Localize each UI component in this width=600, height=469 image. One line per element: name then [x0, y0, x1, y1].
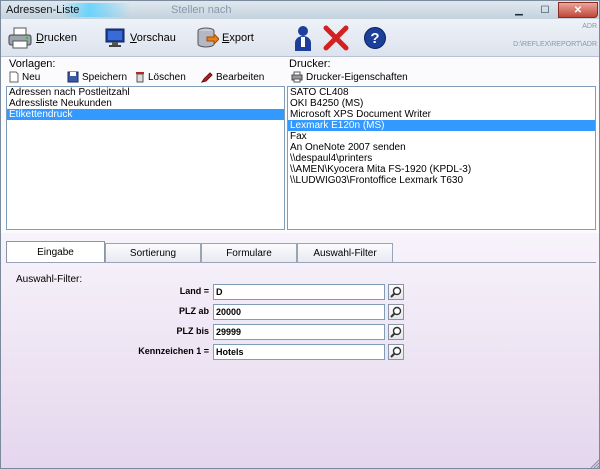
maximize-icon: ☐	[540, 4, 550, 16]
printer-item[interactable]: Fax	[288, 131, 595, 142]
save-icon	[67, 71, 79, 83]
land-lookup-button[interactable]	[388, 284, 404, 300]
filter-row-kennzeichen: Kennzeichen 1 = Hotels	[1, 344, 599, 360]
preview-monitor-icon	[105, 28, 125, 47]
printers-list[interactable]: SATO CL408 OKI B4250 (MS) Microsoft XPS …	[287, 86, 596, 230]
user-button[interactable]	[293, 24, 316, 52]
edit-template-label: Bearbeiten	[216, 71, 265, 83]
plz-bis-lookup-button[interactable]	[388, 324, 404, 340]
new-template-label: Neu	[22, 71, 41, 83]
printer-item-selected[interactable]: Lexmark E120n (MS)	[288, 120, 595, 131]
window-controls: ▁ ☐ ✕	[506, 2, 598, 18]
svg-text:?: ?	[370, 30, 379, 47]
report-path: D:\REFLEX\REPORT\ADR	[513, 41, 597, 48]
resize-grip-icon[interactable]	[590, 459, 600, 469]
cancel-x-icon	[323, 25, 349, 51]
edit-template-button[interactable]: Bearbeiten	[201, 69, 264, 85]
print-label: Drucken	[36, 32, 77, 44]
filter-row-plz-bis: PLZ bis 29999	[1, 324, 599, 340]
new-template-button[interactable]: Neu	[9, 69, 40, 85]
help-button[interactable]: ?	[363, 24, 390, 52]
minimize-icon: ▁	[515, 4, 523, 16]
magnifier-icon	[390, 306, 402, 318]
templates-list[interactable]: Adressen nach Postleitzahl Adressliste N…	[6, 86, 285, 230]
export-label: Export	[222, 32, 254, 44]
printer-item[interactable]: An OneNote 2007 senden	[288, 142, 595, 153]
window-title: Adressen-Liste	[6, 4, 80, 16]
tab-eingabe[interactable]: Eingabe	[6, 241, 105, 262]
printer-item[interactable]: Microsoft XPS Document Writer	[288, 109, 595, 120]
delete-template-label: Löschen	[148, 71, 186, 83]
main-window: Adressen-Liste Stellen nach ▁ ☐ ✕ Drucke…	[0, 0, 600, 469]
maximize-button[interactable]: ☐	[532, 2, 558, 18]
tab-strip: Eingabe Sortierung Formulare Auswahl-Fil…	[6, 241, 393, 263]
report-code: ADR	[582, 23, 597, 30]
printer-item[interactable]: OKI B4250 (MS)	[288, 98, 595, 109]
plz-ab-lookup-button[interactable]	[388, 304, 404, 320]
toolbar: Drucken Vorschau Export ? ADR D:\REFLEX\…	[1, 19, 599, 57]
filter-row-plz-ab: PLZ ab 20000	[1, 304, 599, 320]
magnifier-icon	[390, 286, 402, 298]
print-button[interactable]: Drucken	[7, 24, 77, 52]
printer-item[interactable]: \\AMEN\Kyocera Mita FS-1920 (KPDL-3)	[288, 164, 595, 175]
tab-sortierung[interactable]: Sortierung	[105, 243, 201, 262]
options-panel: Eingabe Sortierung Formulare Auswahl-Fil…	[1, 233, 600, 469]
close-window-button[interactable]: ✕	[558, 2, 598, 18]
kennzeichen-input[interactable]: Hotels	[213, 344, 385, 360]
export-database-icon	[197, 27, 219, 48]
tab-divider	[6, 262, 596, 263]
template-item[interactable]: Adressen nach Postleitzahl	[7, 87, 284, 98]
printer-item[interactable]: \\LUDWIG03\Frontoffice Lexmark T630	[288, 175, 595, 186]
kennzeichen-lookup-button[interactable]	[388, 344, 404, 360]
kennzeichen-label: Kennzeichen 1 =	[138, 346, 209, 356]
magnifier-icon	[390, 346, 402, 358]
selection-area: Vorlagen: Neu Speichern Löschen Bearbeit…	[1, 57, 599, 233]
save-template-label: Speichern	[82, 71, 128, 83]
new-document-icon	[9, 71, 19, 83]
plz-bis-label: PLZ bis	[176, 326, 209, 336]
window-ghost-title: Stellen nach	[171, 4, 232, 16]
tab-auswahl-filter[interactable]: Auswahl-Filter	[297, 243, 393, 262]
plz-bis-input[interactable]: 29999	[213, 324, 385, 340]
cancel-button[interactable]	[323, 24, 352, 52]
help-icon: ?	[364, 27, 386, 49]
magnifier-icon	[390, 326, 402, 338]
plz-ab-input[interactable]: 20000	[213, 304, 385, 320]
preview-label: Vorschau	[130, 32, 176, 44]
title-bar[interactable]: Adressen-Liste Stellen nach ▁ ☐ ✕	[1, 1, 599, 19]
plz-ab-label: PLZ ab	[178, 306, 209, 316]
printer-properties-label: Drucker-Eigenschaften	[306, 71, 408, 83]
printer-icon	[8, 27, 32, 49]
filter-row-land: Land = D	[1, 284, 599, 300]
printer-settings-icon	[291, 71, 303, 83]
land-input[interactable]: D	[213, 284, 385, 300]
delete-icon	[136, 72, 144, 83]
preview-button[interactable]: Vorschau	[103, 24, 176, 52]
minimize-button[interactable]: ▁	[506, 2, 532, 18]
export-button[interactable]: Export	[195, 24, 254, 52]
edit-pencil-icon	[201, 72, 213, 83]
land-label: Land =	[179, 286, 209, 296]
printer-item[interactable]: \\despaul4\printers	[288, 153, 595, 164]
printer-properties-button[interactable]: Drucker-Eigenschaften	[291, 69, 408, 85]
template-item[interactable]: Adressliste Neukunden	[7, 98, 284, 109]
save-template-button[interactable]: Speichern	[67, 69, 127, 85]
printer-item[interactable]: SATO CL408	[288, 87, 595, 98]
close-icon: ✕	[573, 4, 583, 16]
delete-template-button[interactable]: Löschen	[135, 69, 186, 85]
template-item-selected[interactable]: Etikettendruck	[7, 109, 284, 120]
tab-formulare[interactable]: Formulare	[201, 243, 297, 262]
user-icon	[295, 26, 311, 51]
